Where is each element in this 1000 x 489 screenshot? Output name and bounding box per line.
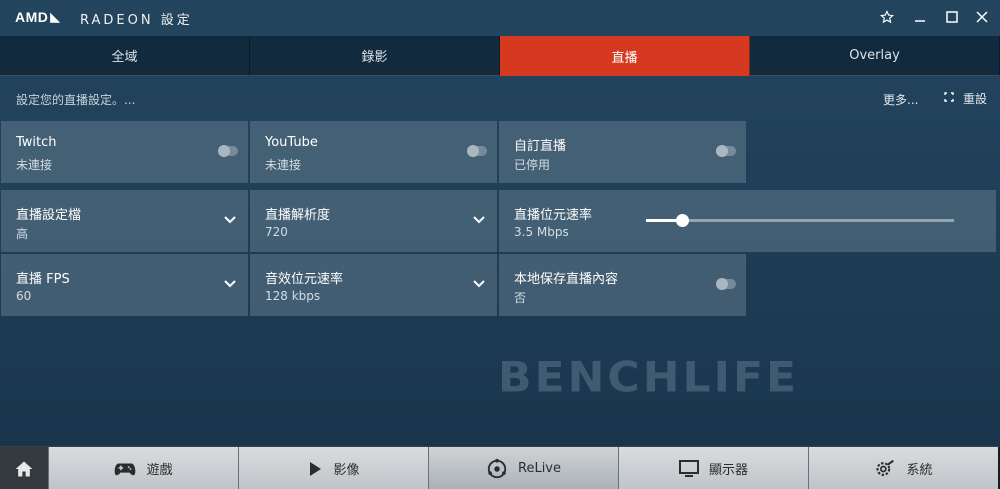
card-value: 3.5 Mbps xyxy=(514,225,569,239)
amd-logo: AMD ◣ xyxy=(15,9,60,25)
card-title: 直播 FPS xyxy=(16,272,70,287)
main-tabs: 全域 錄影 直播 Overlay xyxy=(0,36,1000,76)
relive-icon xyxy=(487,458,507,478)
youtube-card[interactable]: YouTube 未連接 xyxy=(250,121,497,183)
reset-button[interactable]: 重設 xyxy=(943,90,987,107)
close-icon[interactable] xyxy=(970,6,994,28)
reset-label: 重設 xyxy=(963,92,988,106)
card-title: 直播設定檔 xyxy=(16,208,82,223)
nav-gaming[interactable]: 遊戲 xyxy=(48,447,238,489)
play-icon xyxy=(310,461,322,476)
brand-text: AMD xyxy=(15,9,49,25)
card-status: 未連接 xyxy=(16,158,53,172)
stream-resolution-dropdown[interactable]: 直播解析度 720 xyxy=(250,190,497,252)
amd-arrow-icon: ◣ xyxy=(50,10,61,24)
card-title: 直播解析度 xyxy=(265,208,331,223)
page-description: 設定您的直播設定。... xyxy=(16,93,136,107)
card-value: 720 xyxy=(265,225,288,239)
custom-stream-card[interactable]: 自訂直播 已停用 xyxy=(499,121,746,183)
tab-global[interactable]: 全域 xyxy=(0,36,250,76)
local-save-card[interactable]: 本地保存直播內容 否 xyxy=(499,254,746,316)
app-title: RADEON 設定 xyxy=(80,13,193,28)
nav-label: 系統 xyxy=(906,463,933,478)
card-status: 未連接 xyxy=(265,158,302,172)
custom-stream-toggle[interactable] xyxy=(716,145,736,157)
bottom-nav: 遊戲 影像 ReLive 顯示器 系統 xyxy=(0,446,1000,489)
card-value: 高 xyxy=(16,227,29,241)
home-icon xyxy=(15,461,33,476)
title-bar: AMD ◣ RADEON 設定 xyxy=(0,0,1000,34)
tab-record[interactable]: 錄影 xyxy=(250,36,500,76)
maximize-icon[interactable] xyxy=(940,6,964,28)
twitch-toggle[interactable] xyxy=(218,145,238,157)
bitrate-slider-track[interactable] xyxy=(646,219,954,222)
nav-label: 影像 xyxy=(333,463,360,478)
card-value: 否 xyxy=(514,291,527,305)
chevron-down-icon xyxy=(224,216,236,224)
chevron-down-icon xyxy=(224,280,236,288)
tab-stream[interactable]: 直播 xyxy=(500,36,750,76)
nav-label: ReLive xyxy=(518,461,561,476)
card-title: 直播位元速率 xyxy=(514,208,593,223)
tab-overlay[interactable]: Overlay xyxy=(750,36,1000,76)
card-title: 本地保存直播內容 xyxy=(514,272,619,287)
card-title: 音效位元速率 xyxy=(265,272,344,287)
card-status: 已停用 xyxy=(514,158,551,172)
minimize-icon[interactable] xyxy=(908,6,932,28)
nav-relive[interactable]: ReLive xyxy=(428,447,618,489)
card-title: Twitch xyxy=(16,135,57,150)
nav-label: 遊戲 xyxy=(146,463,173,478)
gear-icon xyxy=(876,459,895,476)
youtube-toggle[interactable] xyxy=(467,145,487,157)
nav-label: 顯示器 xyxy=(708,463,748,478)
card-value: 128 kbps xyxy=(265,289,321,303)
reset-icon xyxy=(943,91,955,106)
nav-system[interactable]: 系統 xyxy=(808,447,998,489)
monitor-icon xyxy=(678,459,699,477)
card-title: 自訂直播 xyxy=(514,139,567,154)
stream-profile-dropdown[interactable]: 直播設定檔 高 xyxy=(1,190,248,252)
nav-display[interactable]: 顯示器 xyxy=(618,447,808,489)
audio-bitrate-dropdown[interactable]: 音效位元速率 128 kbps xyxy=(250,254,497,316)
card-title: YouTube xyxy=(265,135,318,150)
bitrate-slider-thumb[interactable] xyxy=(676,214,690,227)
home-button[interactable] xyxy=(0,447,48,489)
stream-bitrate-card: 直播位元速率 3.5 Mbps xyxy=(499,190,996,252)
nav-video[interactable]: 影像 xyxy=(238,447,428,489)
chevron-down-icon xyxy=(473,216,485,224)
twitch-card[interactable]: Twitch 未連接 xyxy=(1,121,248,183)
chevron-down-icon xyxy=(473,280,485,288)
card-value: 60 xyxy=(16,289,32,303)
stream-fps-dropdown[interactable]: 直播 FPS 60 xyxy=(1,254,248,316)
local-save-toggle[interactable] xyxy=(716,278,736,290)
watermark: BENCHLIFE xyxy=(498,353,800,402)
star-icon[interactable] xyxy=(875,6,899,28)
more-link[interactable]: 更多... xyxy=(883,91,918,108)
gamepad-icon xyxy=(115,463,136,475)
